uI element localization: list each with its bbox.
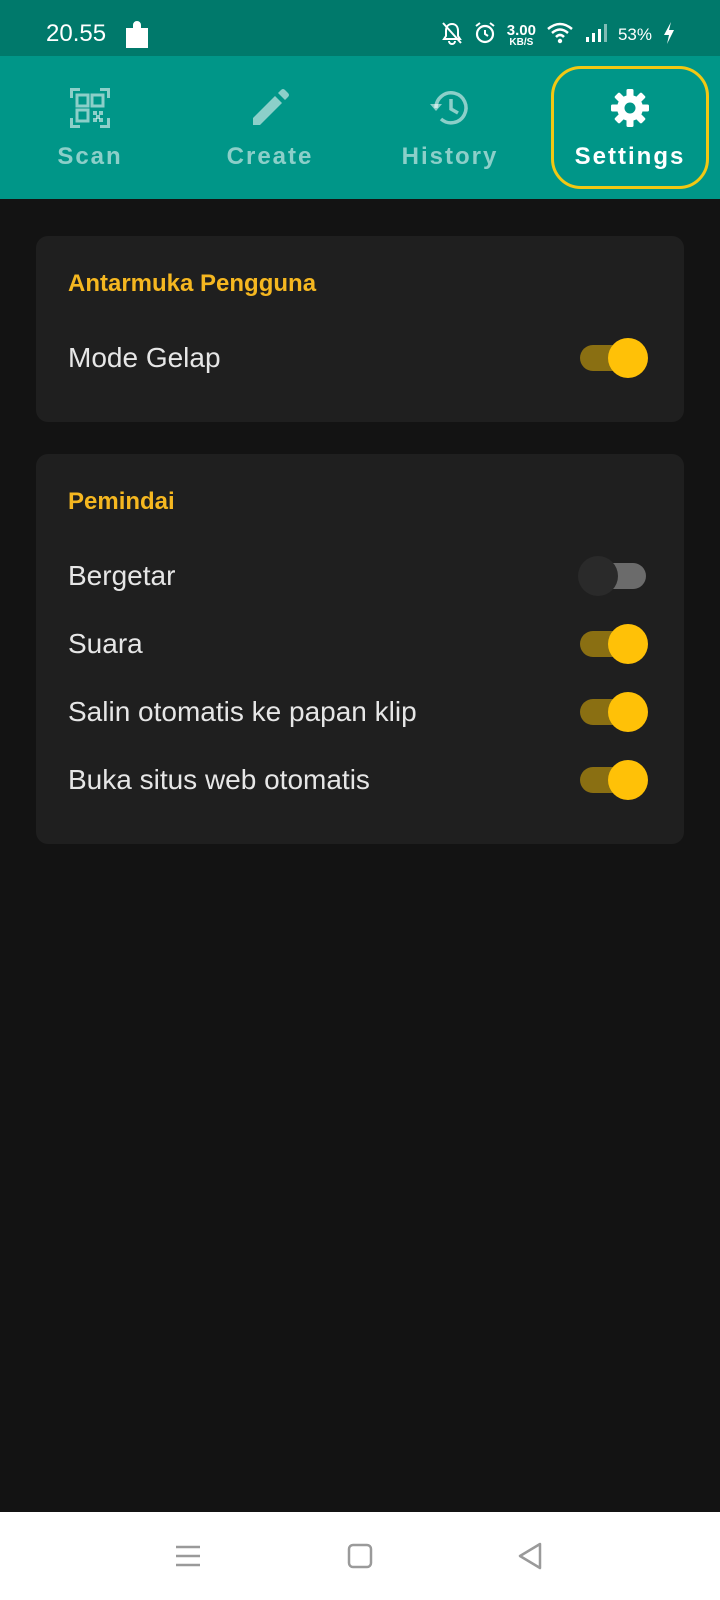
setting-row-sound: Suara bbox=[36, 614, 684, 674]
network-speed-value: 3.00 bbox=[506, 21, 536, 39]
charging-icon bbox=[662, 21, 676, 50]
tab-history-label: History bbox=[401, 142, 499, 170]
status-icons: 3.00 KB/S 53% bbox=[441, 18, 676, 52]
section-title: Antarmuka Pengguna bbox=[68, 270, 317, 297]
network-speed: 3.00 KB/S bbox=[507, 23, 536, 48]
section-scanner: Pemindai Bergetar Suara Salin otomatis k… bbox=[36, 454, 684, 844]
battery-level: 53% bbox=[617, 25, 652, 44]
toggle-thumb bbox=[608, 338, 648, 378]
signal-icon bbox=[584, 22, 608, 49]
setting-label: Suara bbox=[68, 628, 143, 659]
toggle-thumb bbox=[608, 692, 648, 732]
menu-icon[interactable] bbox=[168, 1538, 208, 1574]
system-nav-bar bbox=[0, 1512, 720, 1600]
puzzle-icon bbox=[124, 20, 150, 55]
sound-toggle[interactable] bbox=[580, 614, 648, 674]
alarm-icon bbox=[473, 21, 497, 50]
tab-settings-label: Settings bbox=[574, 142, 686, 170]
qr-scan-icon bbox=[67, 85, 113, 131]
setting-row-auto-open-website: Buka situs web otomatis bbox=[36, 750, 684, 810]
back-triangle-icon[interactable] bbox=[510, 1538, 550, 1574]
bell-off-icon bbox=[441, 21, 463, 50]
setting-row-vibrate: Bergetar bbox=[36, 546, 684, 606]
setting-row-auto-copy: Salin otomatis ke papan klip bbox=[36, 682, 684, 742]
toggle-thumb bbox=[608, 624, 648, 664]
tab-scan-label: Scan bbox=[57, 142, 123, 170]
wifi-icon bbox=[546, 22, 574, 49]
status-time: 20.55 bbox=[46, 20, 107, 47]
status-bar: 20.55 3.00 KB/S 53% bbox=[0, 0, 720, 56]
setting-row-dark-mode: Mode Gelap bbox=[36, 328, 684, 388]
setting-label: Mode Gelap bbox=[68, 342, 221, 373]
setting-label: Bergetar bbox=[68, 560, 176, 591]
vibrate-toggle[interactable] bbox=[578, 546, 646, 606]
home-square-icon[interactable] bbox=[340, 1538, 380, 1574]
dark-mode-toggle[interactable] bbox=[580, 328, 648, 388]
tab-scan[interactable]: Scan bbox=[2, 56, 178, 199]
setting-label: Buka situs web otomatis bbox=[68, 764, 370, 795]
tab-history[interactable]: History bbox=[362, 56, 538, 199]
auto-open-website-toggle[interactable] bbox=[580, 750, 648, 810]
gear-icon bbox=[607, 85, 653, 131]
tab-settings[interactable]: Settings bbox=[542, 56, 718, 199]
auto-copy-toggle[interactable] bbox=[580, 682, 648, 742]
tab-create-label: Create bbox=[226, 142, 314, 170]
history-icon bbox=[427, 85, 473, 131]
tab-create[interactable]: Create bbox=[182, 56, 358, 199]
toggle-thumb bbox=[608, 760, 648, 800]
section-user-interface: Antarmuka Pengguna Mode Gelap bbox=[36, 236, 684, 422]
section-title: Pemindai bbox=[68, 488, 175, 515]
toggle-thumb bbox=[578, 556, 618, 596]
tab-bar: Scan Create History Settings bbox=[0, 56, 720, 199]
pencil-icon bbox=[247, 85, 293, 131]
network-speed-unit: KB/S bbox=[509, 36, 534, 48]
setting-label: Salin otomatis ke papan klip bbox=[68, 696, 417, 727]
